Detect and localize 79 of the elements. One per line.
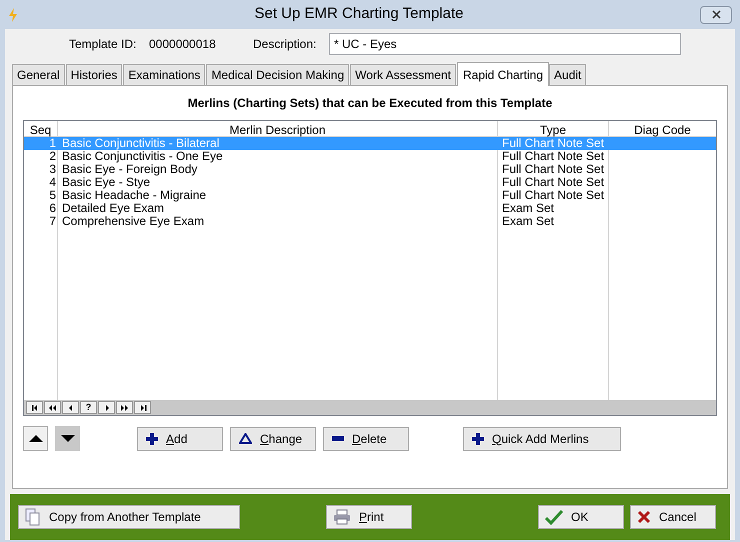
table-cell-text: 5 [48, 189, 57, 202]
check-icon [545, 509, 563, 525]
table-cell-text: 6 [48, 202, 57, 215]
tab[interactable]: General [12, 64, 65, 85]
table-row[interactable]: 2 Basic Conjunctivitis - One Eye Full Chart Note Set [24, 150, 716, 163]
move-down-button[interactable] [55, 426, 80, 451]
column-header: Seq [24, 121, 58, 136]
tab[interactable]: Medical Decision Making [206, 64, 350, 85]
prev-page-icon [48, 402, 56, 412]
table-cell-text: Exam Set [501, 215, 556, 228]
table-cell-text: 3 [48, 163, 57, 176]
last-icon [138, 402, 146, 412]
ok-button[interactable]: OK [538, 505, 624, 529]
table-cell-text: Full Chart Note Set [501, 137, 606, 150]
table-row[interactable]: 5 Basic Headache - Migraine Full Chart Note Set [24, 189, 716, 202]
table-cell-text: Basic Conjunctivitis - One Eye [61, 150, 224, 163]
field-label: Template ID: [69, 36, 138, 53]
section-title: Merlins (Charting Sets) that can be Executed from this Template [186, 95, 554, 112]
column-header: Type [498, 121, 609, 136]
close-icon [712, 10, 720, 19]
lightning-icon [8, 8, 18, 22]
table-cell-text: 1 [49, 137, 57, 150]
table-cell-text: Full Chart Note Set [501, 176, 606, 189]
minus-icon [332, 436, 344, 441]
navigator-button[interactable] [98, 401, 115, 414]
table-cell-text: Basic Headache - Migraine [61, 189, 208, 202]
next-page-icon [120, 402, 128, 412]
column-header: Diag Code [633, 122, 692, 136]
prev-icon [66, 402, 74, 412]
tab[interactable]: Examinations [123, 64, 206, 85]
column-header: Merlin Description [58, 121, 498, 136]
navigator-button[interactable] [116, 401, 133, 414]
table-row[interactable]: 4 Basic Eye - Stye Full Chart Note Set [24, 176, 716, 189]
add-button[interactable]: Add [137, 426, 223, 450]
table-cell-text: Basic Eye - Stye [61, 176, 150, 189]
table-cell-text: Exam Set [501, 202, 556, 215]
navigator-button[interactable] [44, 401, 61, 414]
table-cell-text: 4 [48, 176, 57, 189]
triangle-icon [239, 433, 252, 444]
table-cell-text: 7 [48, 215, 57, 228]
window-title: Set Up EMR Charting Template [254, 4, 464, 24]
table-cell-text: Full Chart Note Set [501, 150, 606, 163]
tab[interactable]: Work Assessment [350, 64, 456, 85]
plus-icon [472, 432, 484, 444]
change-button[interactable]: Change [230, 426, 316, 450]
copy-icon [25, 508, 41, 526]
field-label: Description: [253, 36, 318, 53]
table-row[interactable]: 3 Basic Eye - Foreign Body Full Chart Note Set [24, 163, 716, 176]
plus-icon [146, 432, 158, 444]
table-cell-text: Full Chart Note Set [501, 163, 606, 176]
cancel-button[interactable]: Cancel [630, 505, 716, 529]
close-icon [637, 510, 651, 524]
table-cell-text: 2 [48, 150, 57, 163]
navigator-button[interactable] [134, 401, 151, 414]
table-cell-text: Basic Eye - Foreign Body [61, 163, 198, 176]
table-cell-text: Comprehensive Eye Exam [61, 215, 206, 228]
table-cell-text: Detailed Eye Exam [61, 202, 164, 215]
table-cell-text: Full Chart Note Set [501, 189, 606, 202]
tab[interactable]: Rapid Charting [456, 62, 550, 86]
table-row[interactable]: 6 Detailed Eye Exam Exam Set [24, 202, 716, 215]
tab[interactable]: Histories [66, 64, 122, 85]
copy-button[interactable]: Copy from Another Template [18, 505, 240, 529]
close-button[interactable] [700, 6, 732, 24]
description-field[interactable]: * UC - Eyes [329, 33, 681, 55]
table-row[interactable]: 7 Comprehensive Eye Exam Exam Set [24, 215, 716, 228]
table-cell-text: Basic Conjunctivitis - Bilateral [61, 137, 220, 150]
delete-button[interactable]: Delete [323, 426, 409, 450]
up-arrow-icon [28, 435, 42, 442]
first-icon [30, 402, 38, 412]
template-id-value: 0000000018 [149, 36, 217, 53]
print-button[interactable]: Print [326, 505, 412, 529]
down-arrow-icon [60, 435, 74, 442]
tab[interactable]: Audit [549, 64, 586, 85]
navigator-button[interactable]: ? [80, 401, 97, 414]
quick-button[interactable]: Quick Add Merlins [463, 426, 621, 450]
navigator-button[interactable] [26, 401, 43, 414]
printer-icon [333, 509, 351, 525]
move-up-button[interactable] [23, 426, 48, 451]
navigator-button[interactable] [62, 401, 79, 414]
